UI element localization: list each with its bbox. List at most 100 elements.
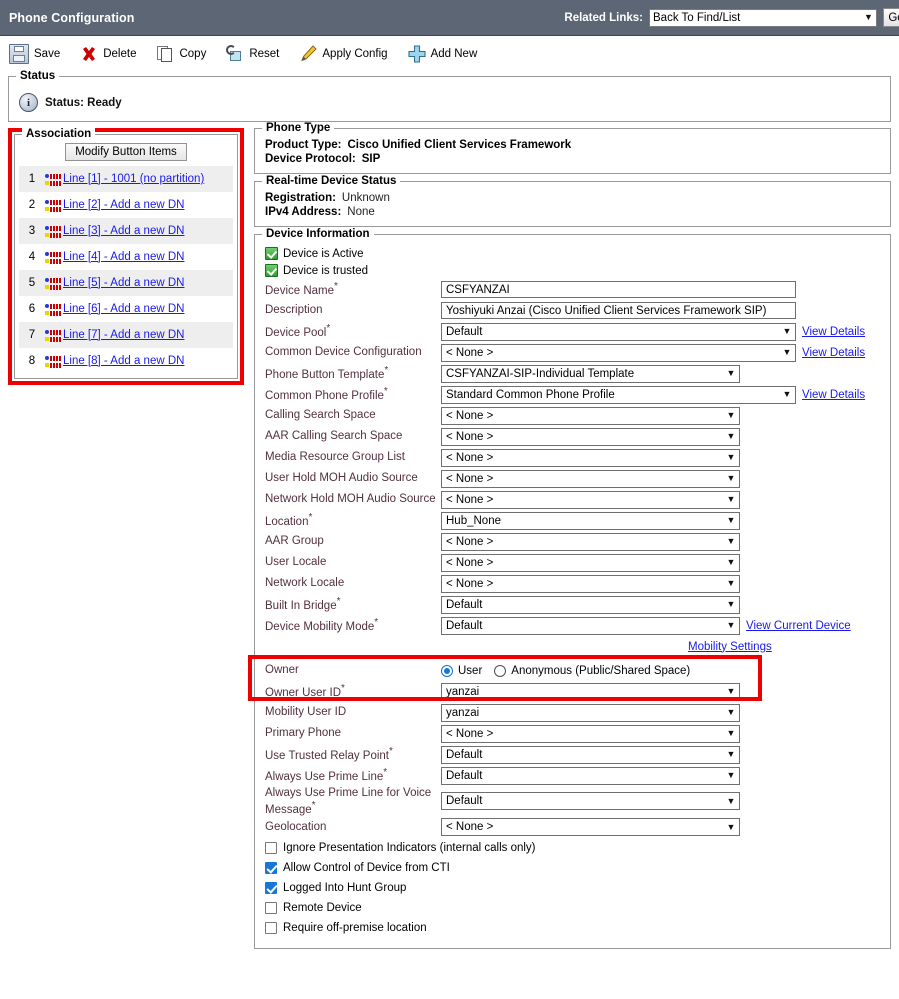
dropdown[interactable]: < None > ▼ [441, 343, 796, 362]
checkbox-row[interactable]: Remote Device [255, 898, 890, 918]
related-links-select[interactable]: Back To Find/List ▼ [649, 8, 877, 27]
field-control: Default ▼ [441, 616, 740, 635]
add-new-label: Add New [430, 48, 478, 60]
save-label: Save [34, 48, 61, 60]
product-type-row: Product Type: Cisco Unified Client Servi… [255, 138, 890, 152]
association-line-link[interactable]: Line [8] - Add a new DN [63, 355, 184, 367]
owner-user-id-label: Owner User ID* [265, 683, 345, 700]
association-line-link[interactable]: Line [5] - Add a new DN [63, 277, 184, 289]
checkbox[interactable] [265, 901, 277, 914]
checkbox-row[interactable]: Require off-premise location [255, 918, 890, 938]
dropdown[interactable]: < None > ▼ [441, 574, 740, 593]
field-control: Standard Common Phone Profile ▼ [441, 385, 796, 404]
dropdown[interactable]: Default ▼ [441, 766, 740, 785]
checkbox-row[interactable]: Allow Control of Device from CTI [255, 858, 890, 878]
device-status-legend: Real-time Device Status [262, 175, 401, 187]
association-row-number: 1 [28, 173, 36, 185]
association-line-link[interactable]: Line [7] - Add a new DN [63, 329, 184, 341]
checkbox[interactable] [265, 861, 277, 874]
dropdown[interactable]: yanzai ▼ [441, 703, 740, 722]
add-new-button[interactable]: Add New [408, 45, 478, 63]
dropdown[interactable]: Standard Common Phone Profile ▼ [441, 385, 796, 404]
association-line-link[interactable]: Line [3] - Add a new DN [63, 225, 184, 237]
reset-button[interactable]: Reset [226, 45, 279, 63]
association-line-link[interactable]: Line [4] - Add a new DN [63, 251, 184, 263]
copy-button[interactable]: Copy [156, 45, 206, 63]
chevron-down-icon: ▼ [726, 410, 736, 420]
pencil-icon [299, 45, 318, 63]
association-line-link[interactable]: Line [1] - 1001 (no partition) [63, 173, 204, 185]
checkbox-row[interactable]: Ignore Presentation Indicators (internal… [255, 838, 890, 858]
checkbox[interactable] [265, 881, 277, 894]
chevron-down-icon: ▼ [726, 770, 736, 780]
dropdown-value: < None > [446, 430, 494, 443]
phone-line-icon [45, 355, 61, 368]
go-button[interactable]: Go [883, 8, 899, 27]
checkbox-label: Logged Into Hunt Group [283, 881, 407, 894]
status-row: i Status: Ready [9, 77, 890, 112]
checkbox-row[interactable]: Logged Into Hunt Group [255, 878, 890, 898]
owner-user-id-row: Owner User ID* yanzai ▼ [255, 681, 890, 702]
dropdown[interactable]: Default ▼ [441, 792, 740, 811]
association-line-link[interactable]: Line [6] - Add a new DN [63, 303, 184, 315]
checkbox[interactable] [265, 921, 277, 934]
dropdown[interactable]: < None > ▼ [441, 427, 740, 446]
dropdown[interactable]: Default ▼ [441, 322, 796, 341]
reset-icon [226, 45, 244, 63]
field-control: < None > ▼ [441, 724, 740, 743]
modify-button-items-button[interactable]: Modify Button Items [65, 143, 187, 161]
owner-user-radio[interactable] [441, 664, 453, 677]
field-label: Location* [265, 512, 313, 529]
text-input[interactable]: Yoshiyuki Anzai (Cisco Unified Client Se… [441, 302, 796, 319]
status-section: Status i Status: Ready [0, 70, 899, 122]
dropdown[interactable]: < None > ▼ [441, 406, 740, 425]
app-header: Phone Configuration Related Links: Back … [0, 0, 899, 36]
field-control: Default ▼ [441, 745, 740, 764]
dropdown-value: < None > [446, 409, 494, 422]
dropdown[interactable]: < None > ▼ [441, 818, 740, 837]
field-label: AAR Calling Search Space [265, 430, 403, 443]
view-details-link[interactable]: View Current Device [746, 620, 851, 632]
field-control: Yoshiyuki Anzai (Cisco Unified Client Se… [441, 302, 796, 319]
field-label: Device Pool* [265, 323, 331, 340]
checkbox[interactable] [265, 841, 277, 854]
save-button[interactable]: Save [9, 44, 60, 64]
dropdown[interactable]: < None > ▼ [441, 532, 740, 551]
dropdown[interactable]: Default ▼ [441, 616, 740, 635]
association-fieldset: Association Modify Button Items 1 Line [1… [14, 128, 238, 379]
text-input[interactable]: CSFYANZAI [441, 281, 796, 298]
checkbox-label: Require off-premise location [283, 921, 427, 934]
view-details-link[interactable]: View Details [802, 347, 865, 359]
field-control: yanzai ▼ [441, 703, 740, 722]
dropdown[interactable]: Default ▼ [441, 595, 740, 614]
association-row-number: 3 [28, 225, 36, 237]
field-label: Description [265, 304, 323, 317]
related-links-value: Back To Find/List [653, 11, 741, 24]
mobility-settings-link[interactable]: Mobility Settings [688, 641, 772, 653]
chevron-down-icon: ▼ [726, 494, 736, 504]
field-control: < None > ▼ [441, 532, 740, 551]
dropdown[interactable]: CSFYANZAI-SIP-Individual Template ▼ [441, 364, 740, 383]
field-label: Device Name* [265, 281, 338, 298]
view-details-link[interactable]: View Details [802, 389, 865, 401]
field-label: Network Hold MOH Audio Source [265, 493, 436, 506]
dropdown[interactable]: < None > ▼ [441, 490, 740, 509]
form-row: Device Mobility Mode* Default ▼ View Curren… [255, 615, 890, 636]
phone-type-fieldset: Phone Type Product Type: Cisco Unified C… [254, 122, 891, 174]
owner-user-id-select[interactable]: yanzai ▼ [441, 682, 740, 701]
dropdown[interactable]: < None > ▼ [441, 469, 740, 488]
delete-button[interactable]: Delete [80, 45, 136, 63]
dropdown[interactable]: Default ▼ [441, 745, 740, 764]
owner-anonymous-radio[interactable] [494, 664, 507, 677]
chevron-down-icon: ▼ [726, 368, 736, 378]
apply-config-button[interactable]: Apply Config [299, 45, 388, 63]
dropdown[interactable]: < None > ▼ [441, 724, 740, 743]
view-details-link[interactable]: View Details [802, 326, 865, 338]
dropdown[interactable]: < None > ▼ [441, 448, 740, 467]
registration-label: Registration: [265, 192, 336, 204]
dropdown[interactable]: Hub_None ▼ [441, 511, 740, 530]
dropdown[interactable]: < None > ▼ [441, 553, 740, 572]
association-line-link[interactable]: Line [2] - Add a new DN [63, 199, 184, 211]
phone-line-icon [45, 303, 61, 316]
form-row: Geolocation < None > ▼ [255, 817, 890, 838]
